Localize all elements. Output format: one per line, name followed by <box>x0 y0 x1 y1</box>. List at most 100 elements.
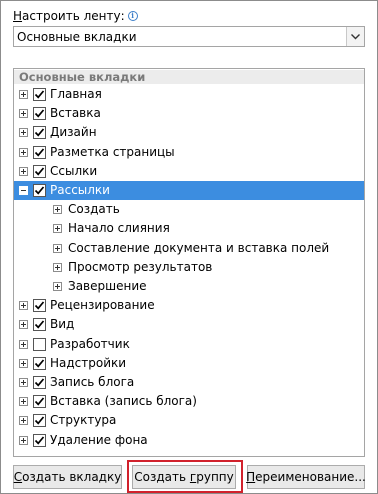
tab-checkbox[interactable] <box>33 318 46 332</box>
expand-plus-icon[interactable] <box>19 109 28 119</box>
ribbon-tabs-tree[interactable]: Основные вкладки Главная Вставка Дизайн Раз… <box>13 68 365 457</box>
tree-item[interactable]: Удаление фона <box>14 431 364 450</box>
check-icon <box>34 378 45 387</box>
expand-plus-icon[interactable] <box>19 166 28 176</box>
expand-plus-icon[interactable] <box>19 147 28 157</box>
tree-item-label: Структура <box>50 413 117 428</box>
check-icon <box>34 128 45 137</box>
tab-checkbox[interactable] <box>33 145 46 159</box>
tree-item-label: Дизайн <box>50 125 97 140</box>
tree-item-label: Просмотр результатов <box>68 259 213 274</box>
check-icon <box>34 416 45 425</box>
expand-plus-icon[interactable] <box>53 205 62 215</box>
tree-item[interactable]: Дизайн <box>14 123 364 142</box>
expand-plus-icon[interactable] <box>19 90 28 99</box>
tree-item[interactable]: Вставка (запись блога) <box>14 392 364 411</box>
check-icon <box>34 436 45 445</box>
tab-checkbox[interactable] <box>33 88 46 101</box>
tab-checkbox[interactable] <box>33 107 46 121</box>
collapse-minus-icon[interactable] <box>19 186 28 195</box>
tab-checkbox[interactable] <box>33 164 46 178</box>
tree-item[interactable]: Составление документа и вставка полей <box>14 239 364 258</box>
tree-item[interactable]: Вид <box>14 315 364 334</box>
tree-item-label: Удаление фона <box>50 432 148 447</box>
expand-plus-icon[interactable] <box>19 358 28 368</box>
tree-item-label: Составление документа и вставка полей <box>68 240 330 255</box>
expand-plus-icon[interactable] <box>19 435 28 445</box>
tree-item[interactable]: Надстройки <box>14 354 364 373</box>
tree-item[interactable]: Разработчик <box>14 335 364 354</box>
tree-item[interactable]: Ссылки <box>14 162 364 181</box>
chevron-down-icon[interactable] <box>346 27 364 46</box>
check-icon <box>34 148 45 157</box>
tree-item-label: Ссылки <box>50 163 98 178</box>
expand-plus-icon[interactable] <box>53 243 62 253</box>
tree-item[interactable]: Рассылки <box>14 181 364 200</box>
tree-item[interactable]: Вставка <box>14 104 364 123</box>
tree-item-label: Вставка (запись блога) <box>50 394 197 409</box>
tree-item[interactable]: Разметка страницы <box>14 143 364 162</box>
tree-item-label: Создать <box>68 202 120 217</box>
expand-plus-icon[interactable] <box>53 224 62 234</box>
tab-checkbox[interactable] <box>33 184 46 197</box>
expand-plus-icon[interactable] <box>19 339 28 349</box>
expand-plus-icon[interactable] <box>19 378 28 387</box>
new-tab-accelerator: С <box>13 470 23 484</box>
tree-item-label: Надстройки <box>50 355 127 370</box>
expand-plus-icon[interactable] <box>53 282 62 291</box>
label-accelerator: Н <box>13 9 23 23</box>
dropdown-value: Основные вкладки <box>17 29 137 44</box>
tree-item[interactable]: Начало слияния <box>14 219 364 238</box>
tree-item[interactable]: Просмотр результатов <box>14 258 364 277</box>
tree-item-label: Начало слияния <box>68 221 170 236</box>
tree-item[interactable]: Главная <box>14 85 364 104</box>
tree-item-label: Вид <box>50 317 75 332</box>
tree-item[interactable]: Создать <box>14 200 364 219</box>
rename-label: ереименование... <box>255 470 366 484</box>
expand-plus-icon[interactable] <box>19 397 28 407</box>
tab-checkbox[interactable] <box>33 433 46 447</box>
tree-item-label: Запись блога <box>50 375 135 389</box>
expand-plus-icon[interactable] <box>19 416 28 426</box>
tree-item-label: Главная <box>50 87 102 101</box>
ribbon-tabs-dropdown[interactable]: Основные вкладки <box>13 26 365 47</box>
tree-item-label: Разработчик <box>50 336 130 351</box>
tab-checkbox[interactable] <box>33 414 46 428</box>
customize-ribbon-panel: Настроить ленту: i Основные вкладки Осно… <box>0 0 378 494</box>
tree-item[interactable]: Рецензирование <box>14 296 364 315</box>
tree-item-label: Рассылки <box>50 183 110 197</box>
check-icon <box>34 301 45 310</box>
check-icon <box>34 186 45 195</box>
tree-item-label: Рецензирование <box>50 298 155 313</box>
check-icon <box>34 90 45 99</box>
tree-item[interactable]: Структура <box>14 411 364 430</box>
tree-header: Основные вкладки <box>14 70 364 84</box>
tab-checkbox[interactable] <box>33 126 46 140</box>
check-icon <box>34 320 45 329</box>
check-icon <box>34 109 45 118</box>
check-icon <box>34 359 45 368</box>
check-icon <box>34 167 45 176</box>
tab-checkbox[interactable] <box>33 337 46 351</box>
tree-item-label: Завершение <box>68 279 147 293</box>
expand-plus-icon[interactable] <box>19 128 28 138</box>
rename-button[interactable]: Переименование... <box>246 465 366 489</box>
expand-plus-icon[interactable] <box>53 262 62 272</box>
new-tab-label: оздать вкладку <box>22 470 122 484</box>
check-icon <box>34 397 45 406</box>
customize-ribbon-label: Настроить ленту: i <box>13 8 138 24</box>
tree-item-label: Разметка страницы <box>50 144 175 159</box>
tree-item-label: Вставка <box>50 106 101 121</box>
tree-item[interactable]: Завершение <box>14 277 364 296</box>
tab-checkbox[interactable] <box>33 356 46 370</box>
label-text: астроить ленту: <box>22 9 125 23</box>
tree-item[interactable]: Запись блога <box>14 373 364 392</box>
info-icon[interactable]: i <box>127 11 138 21</box>
tab-checkbox[interactable] <box>33 395 46 409</box>
highlight-frame <box>127 460 243 493</box>
tab-checkbox[interactable] <box>33 299 46 313</box>
tab-checkbox[interactable] <box>33 376 46 389</box>
expand-plus-icon[interactable] <box>19 320 28 330</box>
new-tab-button[interactable]: Создать вкладку <box>13 465 122 489</box>
expand-plus-icon[interactable] <box>19 301 28 311</box>
